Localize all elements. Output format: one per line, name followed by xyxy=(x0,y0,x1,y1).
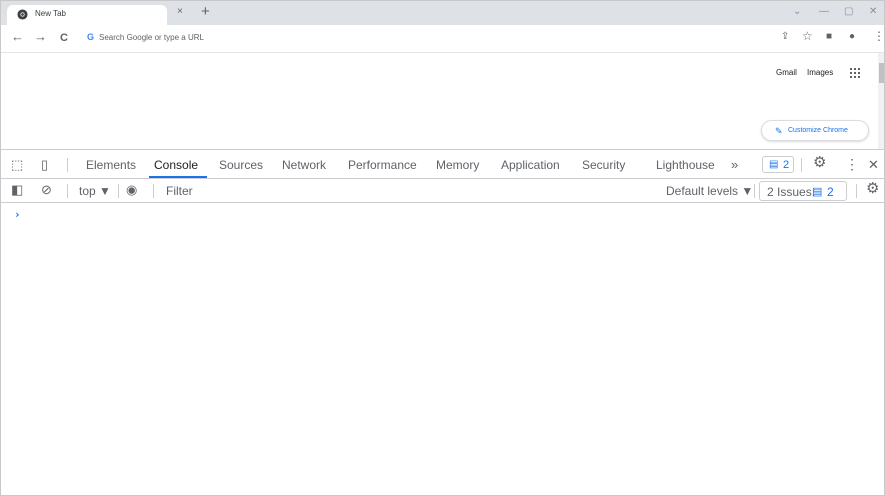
context-selector[interactable]: top ▼ xyxy=(79,184,111,198)
message-icon: ▤ xyxy=(769,159,779,170)
divider xyxy=(153,184,154,198)
tab-lighthouse[interactable]: Lighthouse xyxy=(656,158,715,172)
console-output[interactable]: › xyxy=(1,204,884,495)
divider xyxy=(67,158,68,172)
tab-new-tab[interactable]: New Tab xyxy=(7,5,167,25)
divider xyxy=(754,184,755,198)
reload-icon[interactable]: C xyxy=(60,31,68,45)
chrome-favicon-icon xyxy=(17,9,28,20)
gmail-link[interactable]: Gmail xyxy=(776,68,797,77)
divider xyxy=(118,184,119,198)
tab-console[interactable]: Console xyxy=(154,158,198,172)
divider xyxy=(67,184,68,198)
back-icon[interactable]: ← xyxy=(11,30,24,44)
tab-memory[interactable]: Memory xyxy=(436,158,479,172)
profile-avatar-icon[interactable]: ● xyxy=(849,31,855,43)
tab-network[interactable]: Network xyxy=(282,158,326,172)
tab-title: New Tab xyxy=(35,9,66,18)
console-prompt-icon[interactable]: › xyxy=(14,208,21,221)
pencil-icon: ✎ xyxy=(775,126,783,136)
tab-close-icon[interactable]: × xyxy=(177,7,183,17)
devtools-menu-icon[interactable]: ⋮ xyxy=(845,157,859,171)
issues-label: 2 Issues: xyxy=(767,185,816,199)
share-icon[interactable]: ⇪ xyxy=(781,31,789,43)
customize-chrome-label: Customize Chrome xyxy=(788,127,848,134)
tab-performance[interactable]: Performance xyxy=(348,158,417,172)
device-toolbar-icon[interactable]: ▯ xyxy=(41,158,48,172)
images-link[interactable]: Images xyxy=(807,68,833,77)
bookmark-star-icon[interactable]: ☆ xyxy=(802,30,813,42)
filter-placeholder: Filter xyxy=(166,184,193,198)
new-tab-page: Gmail Images ✎ Customize Chrome xyxy=(1,53,884,149)
tab-search-icon[interactable]: ⌄ xyxy=(793,6,801,18)
inspect-element-icon[interactable]: ⬚ xyxy=(11,158,23,172)
tab-application[interactable]: Application xyxy=(501,158,560,172)
page-scrollbar[interactable] xyxy=(878,53,884,149)
issues-button[interactable]: 2 Issues: ▤ 2 xyxy=(759,181,847,201)
close-devtools-icon[interactable]: ✕ xyxy=(868,158,879,172)
tab-sources[interactable]: Sources xyxy=(219,158,263,172)
chrome-menu-icon[interactable]: ⋮ xyxy=(873,30,884,42)
devtools-tabbar: ⬚ ▯ Elements Console Sources Network Per… xyxy=(1,150,884,179)
close-window-icon[interactable]: ✕ xyxy=(869,6,877,18)
browser-toolbar: ← → C G Search Google or type a URL ⇪ ☆ … xyxy=(1,25,884,53)
issues-message-icon: ▤ xyxy=(812,186,823,198)
console-sidebar-icon[interactable]: ◧ xyxy=(11,183,23,197)
live-expression-eye-icon[interactable]: ◉ xyxy=(126,183,137,197)
settings-gear-icon[interactable]: ⚙ xyxy=(813,155,826,170)
new-tab-button[interactable]: + xyxy=(201,4,210,20)
scrollbar-thumb[interactable] xyxy=(879,63,884,83)
more-tabs-icon[interactable]: » xyxy=(731,157,738,172)
console-settings-gear-icon[interactable]: ⚙ xyxy=(866,181,879,196)
restore-icon[interactable]: ▢ xyxy=(844,6,853,18)
tab-strip: New Tab × + ⌄ — ▢ ✕ xyxy=(1,1,884,25)
side-panel-icon[interactable]: ■ xyxy=(826,31,832,43)
google-g-icon: G xyxy=(87,32,95,42)
browser-window: New Tab × + ⌄ — ▢ ✕ ← → C G Search Googl… xyxy=(0,0,885,496)
tab-security[interactable]: Security xyxy=(582,158,625,172)
log-levels-dropdown[interactable]: Default levels ▼ xyxy=(666,184,753,198)
omnibox-placeholder: Search Google or type a URL xyxy=(99,33,204,42)
tab-elements[interactable]: Elements xyxy=(86,158,136,172)
active-tab-indicator xyxy=(149,176,207,178)
messages-badge[interactable]: ▤ 2 xyxy=(762,156,794,173)
divider xyxy=(856,184,857,198)
divider xyxy=(801,158,802,172)
devtools-panel: ⬚ ▯ Elements Console Sources Network Per… xyxy=(1,149,884,495)
clear-console-icon[interactable]: ⊘ xyxy=(41,183,52,197)
forward-icon[interactable]: → xyxy=(34,30,47,44)
customize-chrome-button[interactable]: ✎ Customize Chrome xyxy=(761,120,869,141)
badge-count: 2 xyxy=(783,159,790,171)
minimize-icon[interactable]: — xyxy=(819,6,829,18)
google-apps-icon[interactable] xyxy=(850,68,862,80)
omnibox[interactable]: G Search Google or type a URL xyxy=(79,29,739,47)
console-toolbar: ◧ ⊘ top ▼ ◉ Filter Default levels ▼ 2 Is… xyxy=(1,179,884,203)
console-filter-input[interactable]: Filter xyxy=(159,181,656,200)
issues-count: 2 xyxy=(827,185,834,199)
